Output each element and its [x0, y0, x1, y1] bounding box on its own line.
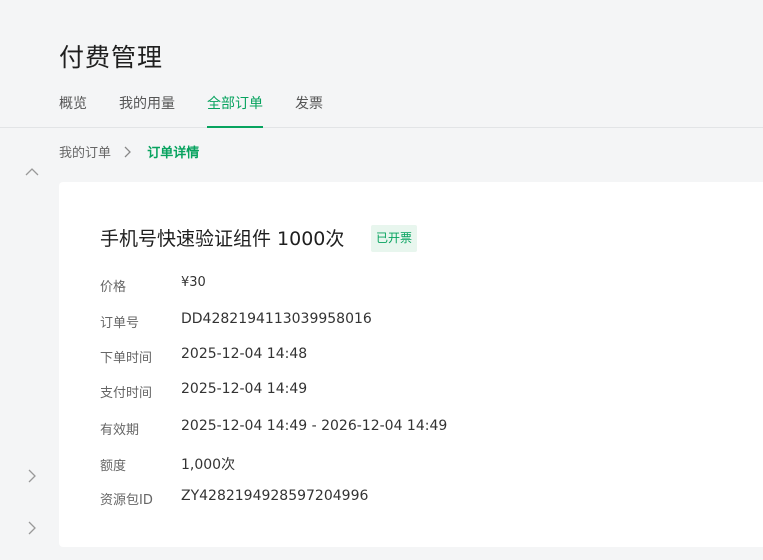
field-label: 额度	[100, 459, 127, 474]
field-label: 价格	[100, 280, 127, 295]
tab-my-usage[interactable]: 我的用量	[119, 94, 175, 127]
chevron-right-icon	[123, 146, 133, 162]
field-value: ¥30	[181, 275, 206, 290]
field-value: 2025-12-04 14:49 - 2026-12-04 14:49	[181, 418, 448, 434]
status-badge: 已开票	[371, 225, 418, 252]
field-value: 1,000次	[181, 457, 236, 473]
chevron-right-icon[interactable]	[24, 468, 40, 484]
chevron-up-icon[interactable]	[24, 164, 40, 180]
field-value: DD4282194113039958016	[181, 311, 372, 327]
field-value: 2025-12-04 14:49	[181, 381, 308, 397]
field-value: 2025-12-04 14:48	[181, 346, 308, 362]
breadcrumb-order-detail: 订单详情	[147, 146, 200, 161]
breadcrumb-my-orders[interactable]: 我的订单	[59, 146, 111, 161]
field-value: ZY4282194928597204996	[181, 488, 369, 504]
field-label: 支付时间	[100, 386, 153, 401]
tab-invoices[interactable]: 发票	[295, 94, 323, 127]
tab-bar: 概览 我的用量 全部订单 发票	[0, 94, 763, 128]
tab-all-orders[interactable]: 全部订单	[207, 94, 263, 128]
page-title: 付费管理	[59, 43, 164, 72]
field-label: 下单时间	[100, 351, 153, 366]
chevron-right-icon[interactable]	[24, 520, 40, 536]
field-label: 有效期	[100, 423, 140, 438]
order-title: 手机号快速验证组件 1000次	[100, 228, 345, 250]
tab-overview[interactable]: 概览	[59, 94, 87, 127]
field-label: 资源包ID	[100, 493, 153, 508]
breadcrumb: 我的订单 订单详情	[59, 142, 199, 161]
field-label: 订单号	[100, 316, 140, 331]
order-detail-card: 手机号快速验证组件 1000次 已开票 价格 ¥30 订单号 DD4282194…	[59, 182, 763, 547]
